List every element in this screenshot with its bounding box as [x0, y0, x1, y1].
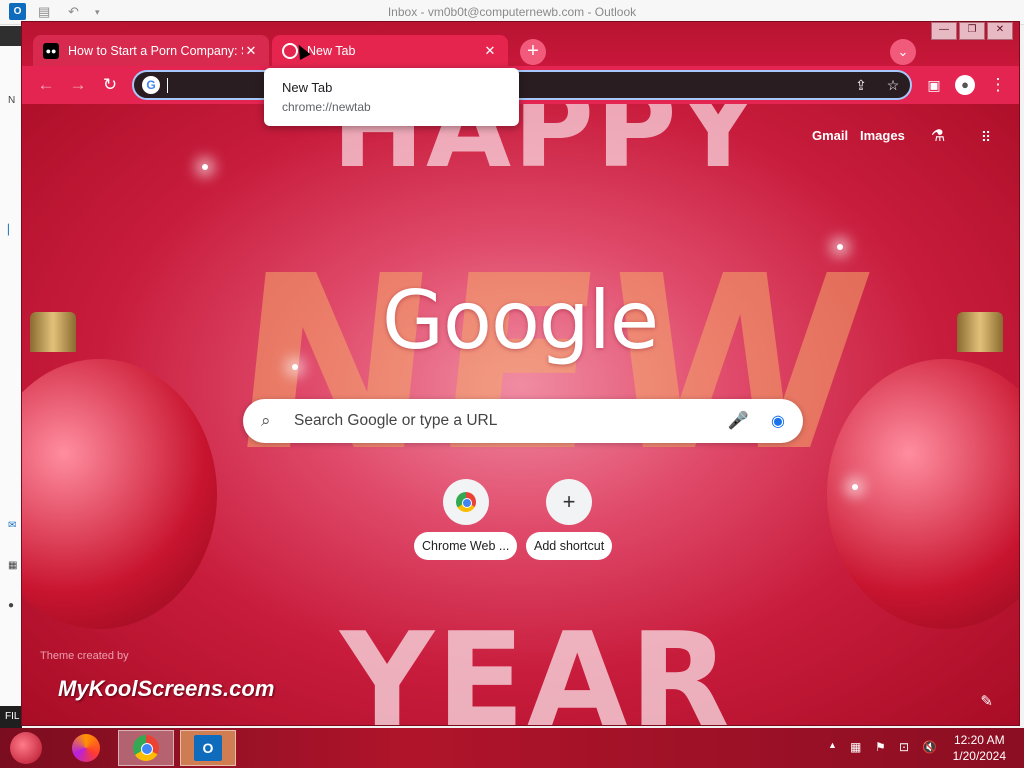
shortcut-label: Chrome Web ...: [414, 532, 518, 560]
google-g-icon: G: [142, 76, 160, 94]
ornament-cap-left-decoration: [30, 312, 76, 352]
add-shortcut-button[interactable]: + Add shortcut: [526, 479, 613, 560]
theme-brand-logo[interactable]: MyKoolScreens.com: [58, 676, 274, 702]
sparkle-decoration: [202, 164, 208, 170]
network-icon[interactable]: ⊡: [899, 740, 909, 754]
labs-flask-icon[interactable]: ⚗: [927, 126, 949, 148]
restore-button[interactable]: ❐: [959, 22, 985, 40]
theme-credit-text[interactable]: Theme created by: [40, 650, 129, 662]
menu-kebab-icon[interactable]: ⋮: [988, 75, 1008, 95]
new-tab-button[interactable]: +: [520, 39, 546, 65]
text-caret: [167, 78, 168, 93]
taskbar-outlook[interactable]: O: [180, 730, 236, 766]
chrome-window: ●● How to Start a Porn Company: St ✕ New…: [21, 21, 1020, 726]
search-icon: ⌕: [261, 411, 271, 430]
tooltip-url: chrome://newtab: [282, 100, 371, 114]
network-sharing-icon[interactable]: ▦: [850, 740, 861, 754]
tab-porn-company-article[interactable]: ●● How to Start a Porn Company: St ✕: [33, 35, 269, 66]
action-center-flag-icon[interactable]: ⚑: [875, 740, 886, 754]
window-controls: — ❐ ✕: [931, 22, 1013, 40]
decor-year-text: YEAR: [340, 604, 732, 726]
close-tab-icon[interactable]: ✕: [243, 43, 259, 59]
browser-toolbar: ← → ↻ G ⇪ ☆ ▣ ● ⋮: [22, 66, 1019, 104]
profile-avatar-icon[interactable]: ●: [955, 75, 975, 95]
voice-search-mic-icon[interactable]: 🎤: [728, 411, 749, 431]
system-clock[interactable]: 12:20 AM 1/20/2024: [953, 732, 1006, 764]
firefox-icon: [72, 734, 100, 762]
search-placeholder: Search Google or type a URL: [294, 412, 498, 429]
reload-icon[interactable]: ↻: [100, 75, 120, 95]
side-panel-icon[interactable]: ▣: [924, 75, 944, 95]
sparkle-decoration: [292, 364, 298, 370]
outlook-file-tab[interactable]: FIL: [0, 706, 22, 728]
back-arrow-icon[interactable]: ←: [36, 75, 56, 95]
ornament-cap-right-decoration: [957, 312, 1003, 352]
mail-icon[interactable]: ✉: [8, 520, 16, 531]
outlook-icon: O: [194, 735, 222, 761]
bookmark-star-icon[interactable]: ☆: [884, 76, 902, 94]
tab-label: New Tab: [307, 43, 356, 58]
close-window-button[interactable]: ✕: [987, 22, 1013, 40]
shortcut-icon-circle: [442, 479, 489, 525]
volume-muted-icon[interactable]: 🔇: [922, 740, 937, 754]
google-lens-icon[interactable]: ◉: [771, 411, 785, 431]
taskbar-chrome[interactable]: [118, 730, 174, 766]
start-button[interactable]: [10, 732, 42, 764]
shortcut-label: Add shortcut: [526, 532, 613, 560]
outlook-pane-text: N: [8, 95, 16, 106]
sparkle-decoration: [837, 244, 843, 250]
tab-hover-tooltip: New Tab chrome://newtab: [264, 68, 519, 126]
address-bar[interactable]: G ⇪ ☆: [132, 70, 912, 100]
people-icon[interactable]: ●: [8, 600, 14, 611]
share-icon[interactable]: ⇪: [852, 76, 870, 94]
images-link[interactable]: Images: [860, 128, 905, 143]
plus-icon: +: [546, 479, 593, 525]
clock-time: 12:20 AM: [953, 733, 1005, 747]
outlook-pane-text: ▏: [8, 225, 16, 236]
show-hidden-icons-icon[interactable]: ▲: [828, 740, 837, 750]
chrome-web-store-icon: [455, 492, 476, 512]
ornament-left-decoration: [22, 359, 217, 629]
ntp-search-box[interactable]: ⌕ Search Google or type a URL 🎤 ◉: [243, 399, 803, 443]
shortcut-chrome-web-store[interactable]: Chrome Web ...: [414, 479, 518, 560]
forward-arrow-icon[interactable]: →: [68, 75, 88, 95]
clock-date: 1/20/2024: [952, 749, 1006, 763]
taskbar-firefox[interactable]: [58, 730, 114, 766]
customize-pencil-icon[interactable]: ✎: [980, 692, 993, 710]
medium-favicon-icon: ●●: [43, 42, 59, 59]
apps-grid-icon[interactable]: ⠿: [975, 126, 997, 148]
sparkle-decoration: [852, 484, 858, 490]
google-logo: Google: [382, 274, 659, 367]
new-tab-page: HAPPY NEW YEAR Gmail Images ⚗ ⠿ Google ⌕…: [22, 104, 1019, 726]
outlook-window-title: Inbox - vm0b0t@computernewb.com - Outloo…: [387, 5, 637, 19]
gmail-link[interactable]: Gmail: [812, 128, 848, 143]
outlook-left-pane: N ▏ ✉ ▦ ●: [0, 25, 22, 725]
tab-search-button[interactable]: ⌄: [890, 39, 916, 65]
calendar-icon[interactable]: ▦: [8, 560, 17, 571]
tooltip-title: New Tab: [282, 80, 333, 95]
chrome-icon: [133, 735, 159, 761]
close-tab-icon[interactable]: ✕: [482, 43, 498, 59]
tab-strip: ●● How to Start a Porn Company: St ✕ New…: [22, 22, 1019, 66]
minimize-button[interactable]: —: [931, 22, 957, 40]
windows-taskbar: O ▲ ▦ ⚑ ⊡ 🔇 12:20 AM 1/20/2024: [0, 728, 1024, 768]
tab-label: How to Start a Porn Company: St: [68, 43, 243, 58]
outlook-ribbon-strip: [0, 26, 22, 46]
